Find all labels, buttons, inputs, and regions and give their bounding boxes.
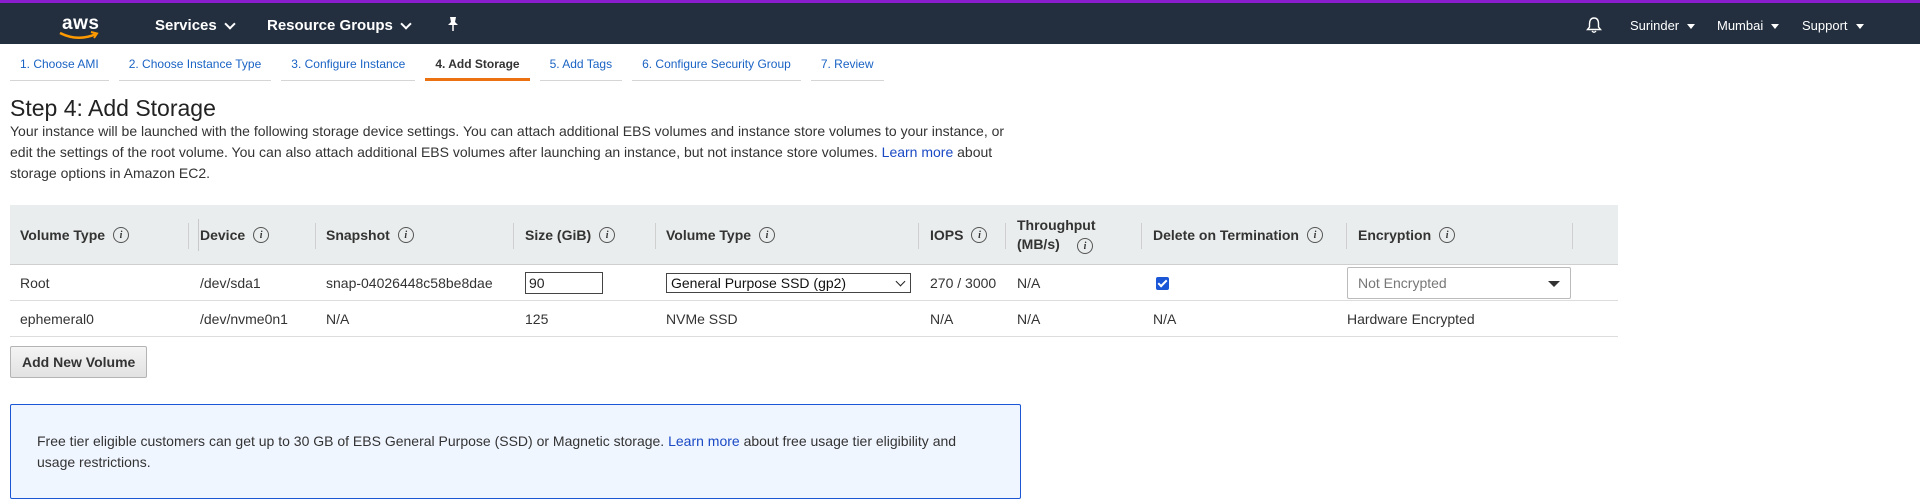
free-tier-info-text: Free tier eligible customers can get up … — [37, 431, 997, 473]
bell-icon[interactable] — [1586, 16, 1602, 39]
cell-device: /dev/nvme0n1 — [200, 311, 288, 327]
header-label: Snapshot — [326, 227, 390, 243]
header-iops: IOPS i — [930, 205, 988, 265]
info-icon[interactable]: i — [1439, 227, 1456, 243]
description-text: Your instance will be launched with the … — [10, 123, 1005, 160]
header-snapshot: Snapshot i — [326, 205, 414, 265]
tab-review[interactable]: 7. Review — [810, 52, 884, 81]
region-menu[interactable]: Mumbai — [1717, 18, 1780, 33]
chevron-down-icon — [400, 17, 412, 30]
user-label: Surinder — [1630, 18, 1680, 33]
table-row: Root /dev/sda1 snap-04026448c58be8dae Ge… — [10, 265, 1618, 301]
info-icon[interactable]: i — [397, 227, 414, 243]
header-size: Size (GiB) i — [525, 205, 616, 265]
learn-more-free-tier-link[interactable]: Learn more — [668, 433, 740, 449]
size-input[interactable] — [525, 272, 603, 294]
header-label: Delete on Termination — [1153, 227, 1299, 243]
resource-groups-menu[interactable]: Resource Groups — [267, 17, 412, 34]
caret-down-icon — [1548, 281, 1560, 287]
table-row: ephemeral0 /dev/nvme0n1 N/A 125 NVMe SSD… — [10, 301, 1618, 337]
cell-snapshot: N/A — [326, 311, 350, 327]
pin-icon[interactable] — [446, 16, 460, 37]
learn-more-storage-link[interactable]: Learn more — [882, 144, 954, 160]
cell-encryption: Hardware Encrypted — [1347, 311, 1475, 327]
cell-size: 125 — [525, 311, 549, 327]
table-header: Volume Type i Device i Snapshot i Size (… — [10, 205, 1618, 265]
caret-down-icon — [1687, 24, 1696, 29]
top-navbar: aws Services Resource Groups Surinder Mu… — [0, 0, 1920, 44]
encryption-selected: Not Encrypted — [1358, 275, 1447, 291]
chevron-down-icon — [895, 276, 906, 287]
services-label: Services — [155, 17, 217, 34]
info-icon[interactable]: i — [253, 227, 270, 243]
cell-iops: N/A — [930, 311, 954, 327]
volume-type-select[interactable]: General Purpose SSD (gp2) — [666, 273, 911, 293]
tab-configure-instance[interactable]: 3. Configure Instance — [281, 52, 416, 81]
info-text: Free tier eligible customers can get up … — [37, 433, 665, 449]
cell-vol-type: NVMe SSD — [666, 311, 738, 327]
page-description: Your instance will be launched with the … — [10, 121, 1020, 184]
info-icon[interactable]: i — [971, 227, 988, 243]
header-label: Volume Type — [666, 227, 752, 243]
tab-add-tags[interactable]: 5. Add Tags — [539, 52, 623, 81]
header-delete-on-termination: Delete on Termination i — [1153, 205, 1323, 265]
header-label: Encryption — [1358, 227, 1432, 243]
tab-choose-ami[interactable]: 1. Choose AMI — [10, 52, 109, 81]
header-label: Device — [200, 227, 246, 243]
cell-snapshot: snap-04026448c58be8dae — [326, 275, 493, 291]
header-label: IOPS — [930, 227, 964, 243]
storage-table: Volume Type i Device i Snapshot i Size (… — [10, 205, 1618, 337]
header-label: Size (GiB) — [525, 227, 592, 243]
delete-cell — [1156, 265, 1169, 301]
header-volume-type: Volume Type i — [20, 205, 200, 265]
cell-throughput: N/A — [1017, 311, 1041, 327]
aws-logo[interactable]: aws — [58, 11, 108, 43]
services-menu[interactable]: Services — [155, 17, 236, 34]
encryption-cell: Not Encrypted — [1347, 265, 1571, 301]
cell-iops: 270 / 3000 — [930, 275, 997, 291]
info-icon[interactable]: i — [113, 227, 130, 243]
header-volume-type-2: Volume Type i — [666, 205, 776, 265]
info-icon[interactable]: i — [759, 227, 776, 243]
header-label: Throughput (MB/s) — [1017, 216, 1096, 252]
info-icon[interactable]: i — [599, 227, 616, 243]
caret-down-icon — [1771, 24, 1780, 29]
resource-groups-label: Resource Groups — [267, 17, 393, 34]
cell-device: /dev/sda1 — [200, 275, 261, 291]
size-cell — [525, 265, 603, 301]
chevron-down-icon — [224, 17, 236, 30]
info-icon[interactable]: i — [1306, 227, 1323, 243]
volume-type-selected: General Purpose SSD (gp2) — [671, 275, 847, 291]
user-menu[interactable]: Surinder — [1630, 18, 1696, 33]
header-device: Device i — [200, 205, 270, 265]
caret-down-icon — [1855, 24, 1864, 29]
cell-throughput: N/A — [1017, 275, 1041, 291]
free-tier-info-box: Free tier eligible customers can get up … — [10, 404, 1021, 499]
cell-delete: N/A — [1153, 311, 1177, 327]
page-title: Step 4: Add Storage — [10, 95, 216, 121]
aws-smile-icon — [59, 31, 99, 39]
header-encryption: Encryption i — [1358, 205, 1456, 265]
support-label: Support — [1802, 18, 1848, 33]
tab-configure-security-group[interactable]: 6. Configure Security Group — [632, 52, 801, 81]
cell-volume-type: ephemeral0 — [20, 311, 94, 327]
tab-add-storage[interactable]: 4. Add Storage — [425, 52, 530, 81]
encryption-select[interactable]: Not Encrypted — [1347, 267, 1571, 299]
volume-type-cell: General Purpose SSD (gp2) — [666, 265, 911, 301]
wizard-tabs: 1. Choose AMI 2. Choose Instance Type 3.… — [10, 52, 884, 84]
support-menu[interactable]: Support — [1802, 18, 1864, 33]
region-label: Mumbai — [1717, 18, 1764, 33]
delete-on-termination-checkbox[interactable] — [1156, 276, 1169, 290]
cell-volume-type: Root — [20, 275, 50, 291]
tab-choose-instance-type[interactable]: 2. Choose Instance Type — [118, 52, 272, 81]
add-new-volume-button[interactable]: Add New Volume — [10, 346, 148, 378]
header-throughput: Throughput (MB/s) i — [1017, 205, 1127, 265]
header-label: Volume Type — [20, 227, 106, 243]
